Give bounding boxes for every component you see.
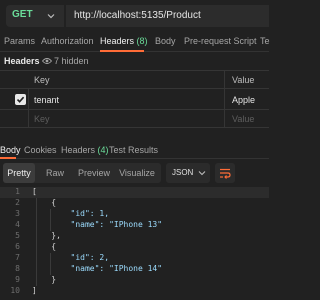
check-icon bbox=[16, 96, 25, 103]
code-text: "id": 1, bbox=[32, 209, 110, 218]
table-row: tenant Apple bbox=[0, 88, 269, 109]
code-line: 10 ] bbox=[0, 286, 269, 297]
code-line: 1 [ bbox=[0, 187, 269, 198]
tab-authorization[interactable]: Authorization bbox=[41, 36, 94, 46]
code-line: 4 "name": "IPhone 13" bbox=[0, 220, 269, 231]
line-number: 2 bbox=[15, 198, 20, 207]
code-text: { bbox=[32, 242, 57, 251]
tab-tests[interactable]: Te bbox=[260, 36, 270, 46]
method-label: GET bbox=[12, 9, 33, 20]
code-line: 3 "id": 1, bbox=[0, 209, 269, 220]
tab-response-headers[interactable]: Headers (4) bbox=[61, 145, 109, 155]
code-text: ] bbox=[32, 286, 37, 295]
tab-response-body[interactable]: Body bbox=[0, 145, 21, 155]
tab-test-results[interactable]: Test Results bbox=[109, 145, 158, 155]
code-line: 2 { bbox=[0, 198, 269, 209]
response-code-editor[interactable]: 1 [ 2 { 3 "id": 1, 4 "name": "IPhone 13"… bbox=[0, 187, 269, 300]
tab-params[interactable]: Params bbox=[4, 36, 35, 46]
postman-request-view: GET http://localhost:5135/Product Params… bbox=[0, 0, 270, 300]
line-number: 4 bbox=[15, 220, 20, 229]
table-row-placeholder: Key Value bbox=[0, 109, 269, 128]
code-text: "name": "IPhone 14" bbox=[32, 264, 163, 273]
line-number: 1 bbox=[15, 187, 20, 196]
eye-icon[interactable] bbox=[42, 57, 52, 65]
header-key-cell[interactable]: tenant bbox=[34, 95, 59, 105]
line-number: 3 bbox=[15, 209, 20, 218]
code-line: 8 "name": "IPhone 14" bbox=[0, 264, 269, 275]
code-line: 6 { bbox=[0, 242, 269, 253]
tab-headers[interactable]: Headers (8) bbox=[100, 36, 148, 46]
response-tabs: Body Cookies Headers (4) Test Results bbox=[0, 141, 269, 159]
code-text: "id": 2, bbox=[32, 253, 110, 262]
code-text: { bbox=[32, 198, 57, 207]
format-pretty[interactable]: Pretty bbox=[3, 163, 35, 183]
url-input[interactable]: http://localhost:5135/Product bbox=[66, 5, 269, 27]
code-line: 9 } bbox=[0, 275, 269, 286]
format-visualize[interactable]: Visualize bbox=[115, 163, 159, 183]
code-text: "name": "IPhone 13" bbox=[32, 220, 163, 229]
line-number: 9 bbox=[15, 275, 20, 284]
line-number: 6 bbox=[15, 242, 20, 251]
header-enabled-checkbox[interactable] bbox=[15, 94, 26, 105]
column-key-header: Key bbox=[34, 75, 50, 85]
chevron-down-icon bbox=[198, 171, 206, 176]
format-options: Pretty Raw Preview Visualize bbox=[3, 163, 161, 183]
request-tabs: Params Authorization Headers (8) Body Pr… bbox=[0, 32, 270, 52]
line-number: 10 bbox=[10, 286, 20, 295]
new-key-input[interactable]: Key bbox=[34, 114, 50, 124]
header-value-cell[interactable]: Apple bbox=[232, 95, 255, 105]
line-number: 5 bbox=[15, 231, 20, 240]
headers-subbar: Headers 7 hidden bbox=[0, 52, 269, 70]
format-preview[interactable]: Preview bbox=[75, 163, 113, 183]
headers-table: Key Value tenant Apple Key Value bbox=[0, 70, 269, 128]
url-text: http://localhost:5135/Product bbox=[74, 10, 201, 21]
new-value-input[interactable]: Value bbox=[232, 114, 254, 124]
code-line: 5 }, bbox=[0, 231, 269, 242]
hidden-headers-toggle[interactable]: 7 hidden bbox=[54, 56, 89, 66]
column-divider bbox=[28, 88, 29, 128]
column-value-header: Value bbox=[232, 75, 255, 85]
tab-response-headers-label: Headers bbox=[61, 145, 96, 155]
code-text: }, bbox=[32, 231, 61, 240]
tab-response-headers-count: (4) bbox=[97, 145, 109, 155]
headers-section-title: Headers bbox=[4, 56, 40, 66]
wrap-lines-button[interactable] bbox=[215, 163, 235, 183]
method-selector[interactable]: GET bbox=[6, 5, 64, 27]
language-select[interactable]: JSON bbox=[166, 163, 210, 183]
format-raw[interactable]: Raw bbox=[39, 163, 71, 183]
wrap-lines-icon bbox=[220, 168, 231, 179]
tab-headers-count: (8) bbox=[136, 36, 148, 46]
tab-headers-label: Headers bbox=[100, 36, 135, 46]
code-text: [ bbox=[32, 187, 37, 196]
tab-body[interactable]: Body bbox=[155, 36, 176, 46]
line-number: 8 bbox=[15, 264, 20, 273]
chevron-down-icon bbox=[47, 14, 55, 19]
url-bar: GET http://localhost:5135/Product bbox=[0, 0, 269, 32]
table-header-row: Key Value bbox=[0, 70, 269, 88]
line-number: 7 bbox=[15, 253, 20, 262]
column-divider bbox=[224, 70, 225, 128]
tab-pre-request-script[interactable]: Pre-request Script bbox=[184, 36, 257, 46]
code-line: 7 "id": 2, bbox=[0, 253, 269, 264]
code-text: } bbox=[32, 275, 57, 284]
format-toolbar: Pretty Raw Preview Visualize JSON bbox=[0, 159, 269, 187]
tab-response-cookies[interactable]: Cookies bbox=[24, 145, 57, 155]
language-label: JSON bbox=[172, 168, 194, 177]
